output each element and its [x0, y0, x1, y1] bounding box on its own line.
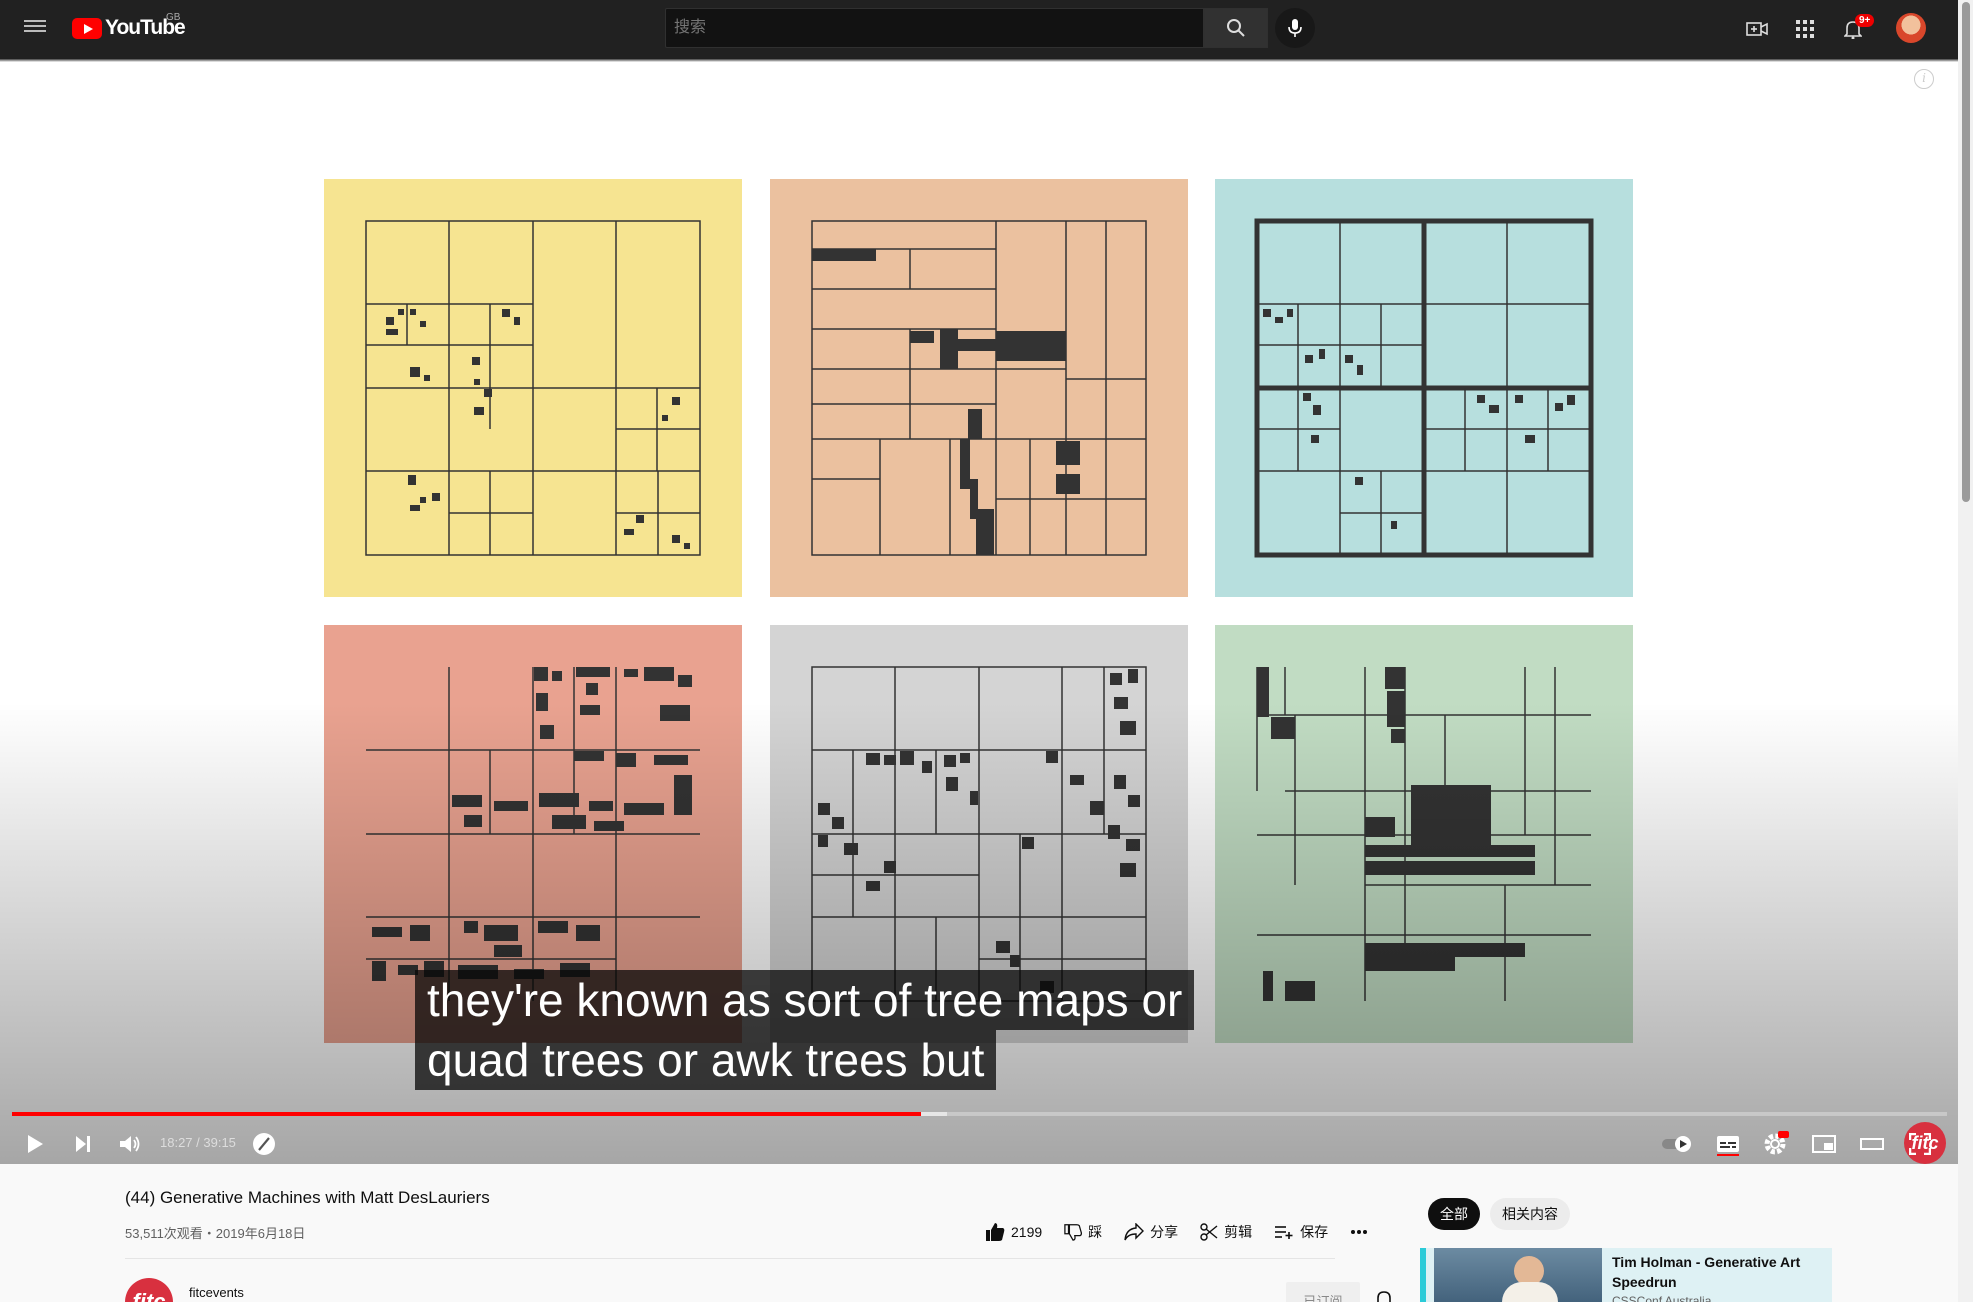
green-treemap-artwork: [1215, 625, 1633, 1043]
youtube-play-icon: [72, 17, 102, 39]
create-video-icon: [1746, 22, 1768, 36]
voice-search-button[interactable]: [1275, 8, 1315, 48]
recommended-video-thumbnail[interactable]: [1434, 1248, 1602, 1302]
clip-label: 剪辑: [1224, 1224, 1253, 1240]
menu-icon[interactable]: [24, 17, 46, 35]
like-button[interactable]: 2199: [985, 1222, 1042, 1242]
time-display: 18:27 / 39:15: [160, 1135, 236, 1150]
notification-count-badge: 9+: [1855, 14, 1875, 27]
settings-button[interactable]: [1758, 1126, 1794, 1162]
search-icon: [1227, 19, 1245, 37]
recommended-video-channel: CSSConf Australia: [1612, 1294, 1712, 1302]
theater-mode-button[interactable]: [1854, 1126, 1890, 1162]
microphone-icon: [1288, 19, 1302, 37]
chapter-button[interactable]: [246, 1126, 282, 1162]
miniplayer-button[interactable]: [1806, 1126, 1842, 1162]
caption-line-1: they're known as sort of tree maps or: [415, 970, 1195, 1030]
search-input[interactable]: [665, 8, 1204, 48]
progress-bar[interactable]: [12, 1112, 1947, 1116]
share-icon: [1124, 1223, 1145, 1241]
more-actions-button[interactable]: [1350, 1229, 1374, 1235]
search-button[interactable]: [1204, 8, 1268, 48]
thumbs-down-icon: [1064, 1224, 1083, 1241]
chip-related[interactable]: 相关内容: [1490, 1198, 1570, 1230]
subtitles-button[interactable]: [1710, 1126, 1746, 1162]
scissors-icon: [1200, 1223, 1218, 1241]
masthead: YouTube GB 9+: [0, 0, 1958, 58]
related-filter-chips: 全部 相关内容: [1428, 1198, 1580, 1230]
orange-treemap-artwork: [770, 179, 1188, 597]
volume-icon: [120, 1136, 140, 1152]
teal-quadtree-artwork: [1215, 179, 1633, 597]
notification-bell-button[interactable]: [1374, 1288, 1396, 1302]
progress-played: [12, 1112, 922, 1116]
section-divider: [125, 1258, 1335, 1259]
playlist-add-icon: [1275, 1226, 1293, 1239]
save-label: 保存: [1300, 1224, 1329, 1240]
video-title: (44) Generative Machines with Matt DesLa…: [125, 1188, 490, 1207]
autoplay-toggle[interactable]: [1660, 1126, 1696, 1162]
create-video-button[interactable]: [1744, 16, 1770, 42]
thumbs-up-icon: [986, 1223, 1005, 1241]
apps-button[interactable]: [1792, 16, 1818, 42]
info-card-icon[interactable]: i: [1914, 69, 1934, 89]
video-views-date: 53,511次观看・2019年6月18日: [125, 1226, 306, 1241]
like-count: 2199: [1011, 1224, 1043, 1240]
share-label: 分享: [1150, 1224, 1179, 1240]
recommended-video-title[interactable]: Tim Holman - Generative Art Speedrun: [1612, 1252, 1822, 1292]
dislike-button[interactable]: 踩: [1064, 1222, 1102, 1242]
video-player[interactable]: i they're known as sort of tree maps or …: [0, 62, 1958, 1164]
theater-mode-icon: [1860, 1138, 1884, 1150]
fullscreen-button[interactable]: [1902, 1126, 1938, 1162]
video-actions: 2199 踩 分享 剪辑 保存: [985, 1222, 1396, 1242]
subtitles-icon: [1717, 1136, 1739, 1156]
gear-icon: [1764, 1131, 1789, 1155]
apps-grid-icon: [1796, 20, 1814, 38]
autoplay-toggle-icon: [1662, 1136, 1691, 1152]
dislike-label: 踩: [1088, 1224, 1103, 1240]
channel-avatar[interactable]: fitc: [125, 1278, 173, 1302]
region-code: GB: [166, 12, 181, 23]
play-icon: [28, 1135, 43, 1153]
miniplayer-icon: [1812, 1135, 1836, 1153]
clip-button[interactable]: 剪辑: [1200, 1222, 1252, 1242]
next-icon: [76, 1136, 90, 1152]
scrollbar-thumb[interactable]: [1962, 2, 1970, 502]
caption-line-2: quad trees or awk trees but: [415, 1030, 997, 1090]
more-horizontal-icon: [1351, 1230, 1368, 1234]
captions-panel: they're known as sort of tree maps or qu…: [415, 970, 1195, 1090]
subscribed-button[interactable]: 已订阅: [1286, 1282, 1360, 1302]
play-button[interactable]: [17, 1126, 53, 1162]
share-button[interactable]: 分享: [1124, 1222, 1178, 1242]
page-scrollbar[interactable]: [1958, 0, 1973, 1302]
channel-name[interactable]: fitcevents: [189, 1285, 244, 1300]
next-button[interactable]: [65, 1126, 101, 1162]
quill-logo-icon: [253, 1133, 275, 1155]
recommended-video-card[interactable]: Tim Holman - Generative Art Speedrun CSS…: [1420, 1248, 1832, 1302]
fullscreen-icon: [1909, 1133, 1931, 1155]
save-button[interactable]: 保存: [1274, 1222, 1328, 1242]
bell-icon: [1377, 1291, 1391, 1302]
account-avatar[interactable]: [1896, 13, 1926, 43]
mute-button[interactable]: [112, 1126, 148, 1162]
chip-all[interactable]: 全部: [1428, 1198, 1480, 1230]
yellow-quadtree-artwork: [324, 179, 742, 597]
